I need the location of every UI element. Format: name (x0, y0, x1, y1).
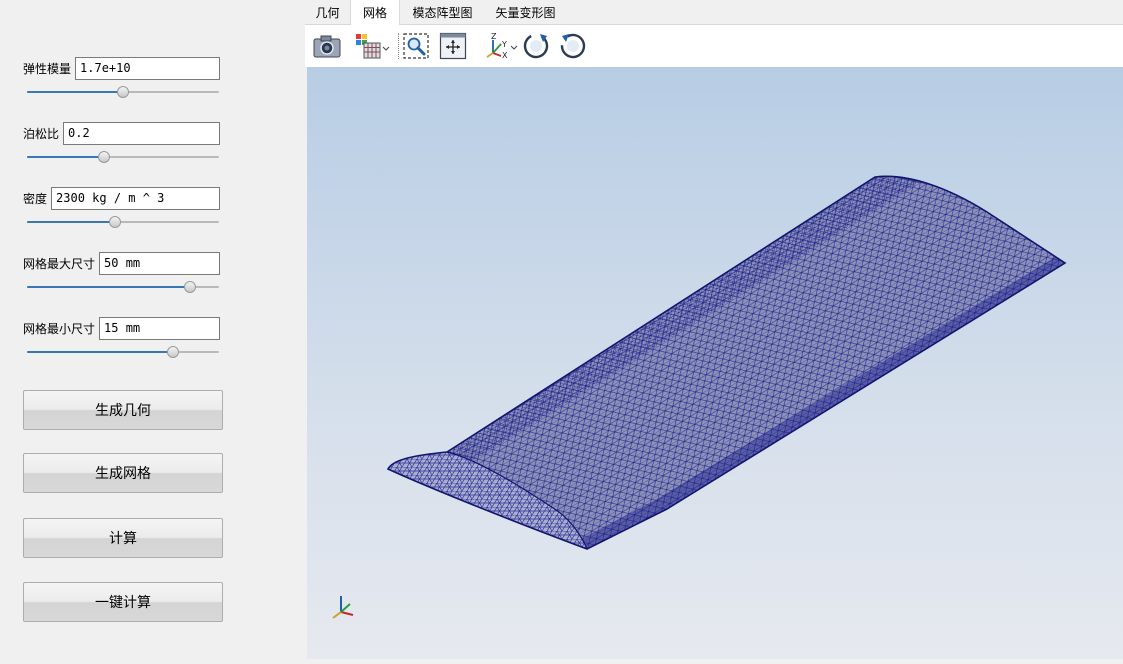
tab-mesh[interactable]: 网格 (350, 0, 400, 25)
view-toolbar: Z Y X (305, 25, 1123, 67)
generate-mesh-button[interactable]: 生成网格 (23, 453, 223, 493)
density-label: 密度 (23, 191, 48, 206)
fit-view-icon[interactable] (437, 30, 469, 62)
viewport-bottom-border (305, 659, 1123, 664)
elastic-modulus-row: 弹性模量 (23, 56, 221, 80)
tab-modal-shape[interactable]: 模态阵型图 (405, 0, 480, 25)
slider-fill (27, 351, 173, 353)
density-slider[interactable] (27, 215, 219, 229)
svg-text:Z: Z (491, 32, 497, 41)
rotate-cw-icon[interactable] (520, 30, 552, 62)
compute-button[interactable]: 计算 (23, 518, 223, 558)
slider-thumb[interactable] (184, 281, 197, 293)
rotate-ccw-icon[interactable] (557, 30, 589, 62)
elastic-modulus-input[interactable] (75, 56, 221, 80)
density-row: 密度 (23, 186, 221, 210)
mesh-min-row: 网格最小尺寸 (23, 316, 221, 340)
mesh-min-input[interactable] (99, 316, 221, 340)
mesh-max-slider[interactable] (27, 280, 219, 294)
slider-thumb[interactable] (166, 346, 179, 358)
elastic-modulus-label: 弹性模量 (23, 61, 72, 76)
tab-geometry[interactable]: 几何 (305, 0, 350, 25)
tab-bar: 几何 网格 模态阵型图 矢量变形图 (305, 0, 1123, 25)
tab-vector-deformation[interactable]: 矢量变形图 (488, 0, 563, 25)
slider-thumb[interactable] (109, 216, 122, 228)
slider-thumb[interactable] (117, 86, 129, 98)
slider-fill (27, 91, 123, 93)
one-click-compute-button[interactable]: 一键计算 (23, 582, 223, 622)
3d-viewport[interactable] (307, 67, 1123, 659)
elastic-modulus-slider[interactable] (27, 85, 219, 99)
mesh-min-slider[interactable] (27, 345, 219, 359)
poisson-ratio-slider[interactable] (27, 150, 219, 164)
axis-triad-icon (332, 596, 354, 619)
slider-fill (27, 156, 104, 158)
toolbar-separator (398, 33, 399, 59)
slider-thumb[interactable] (97, 151, 110, 163)
svg-text:Y: Y (501, 40, 507, 49)
mesh-max-row: 网格最大尺寸 (23, 251, 221, 275)
mesh-min-label: 网格最小尺寸 (23, 321, 96, 336)
parameter-panel: 弹性模量 泊松比 密度 网格最大尺寸 网格最小尺寸 (0, 0, 305, 664)
poisson-ratio-row: 泊松比 (23, 121, 221, 145)
display-mode-icon[interactable] (353, 30, 391, 62)
wing-mesh-model (332, 175, 1067, 619)
generate-geometry-button[interactable]: 生成几何 (23, 390, 223, 430)
poisson-ratio-input[interactable] (63, 121, 221, 145)
axis-orientation-icon[interactable]: Z Y X (483, 30, 519, 62)
density-input[interactable] (51, 186, 221, 210)
svg-text:X: X (502, 51, 508, 60)
mesh-max-input[interactable] (99, 251, 221, 275)
zoom-box-icon[interactable] (400, 30, 432, 62)
slider-fill (27, 221, 116, 223)
slider-fill (27, 286, 191, 288)
poisson-ratio-label: 泊松比 (23, 126, 60, 141)
mesh-max-label: 网格最大尺寸 (23, 256, 96, 271)
camera-icon[interactable] (311, 30, 343, 62)
